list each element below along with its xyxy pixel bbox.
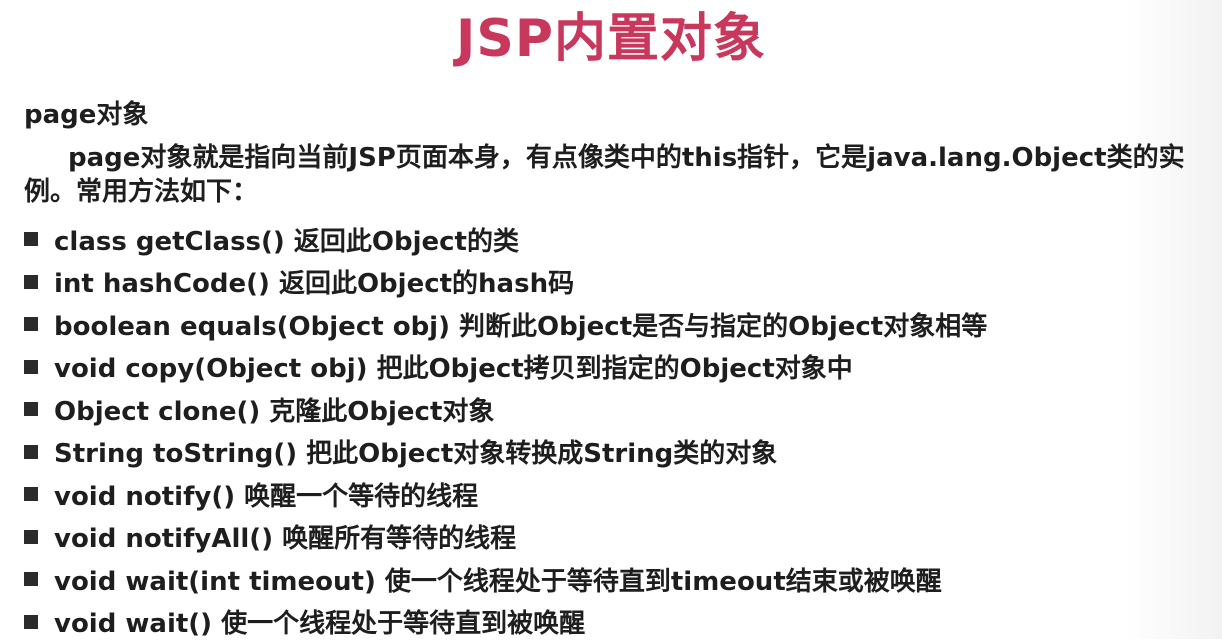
method-text: void notify() 唤醒一个等待的线程 <box>54 476 478 513</box>
method-item: Object clone() 克隆此Object对象 <box>24 388 987 431</box>
method-text: boolean equals(Object obj) 判断此Object是否与指… <box>54 306 987 343</box>
square-bullet-icon <box>24 275 38 289</box>
method-text: void wait() 使一个线程处于等待直到被唤醒 <box>54 603 585 640</box>
method-item: int hashCode() 返回此Object的hash码 <box>24 261 987 304</box>
square-bullet-icon <box>24 402 38 416</box>
method-text: void wait(int timeout) 使一个线程处于等待直到timeou… <box>54 561 942 598</box>
method-item: void wait(int timeout) 使一个线程处于等待直到timeou… <box>24 558 987 601</box>
slide-title: JSP内置对象 <box>0 6 1222 72</box>
square-bullet-icon <box>24 530 38 544</box>
method-item: void notifyAll() 唤醒所有等待的线程 <box>24 516 987 559</box>
method-item: void wait() 使一个线程处于等待直到被唤醒 <box>24 601 987 643</box>
method-list: class getClass() 返回此Object的类 int hashCod… <box>24 218 987 643</box>
method-text: int hashCode() 返回此Object的hash码 <box>54 263 574 300</box>
intro-paragraph: page对象就是指向当前JSP页面本身，有点像类中的this指针，它是java.… <box>24 141 1214 209</box>
slide: JSP内置对象 page对象 page对象就是指向当前JSP页面本身，有点像类中… <box>0 0 1222 639</box>
square-bullet-icon <box>24 487 38 501</box>
method-text: void notifyAll() 唤醒所有等待的线程 <box>54 518 516 555</box>
square-bullet-icon <box>24 445 38 459</box>
section-heading: page对象 <box>24 98 148 132</box>
method-item: class getClass() 返回此Object的类 <box>24 218 987 261</box>
square-bullet-icon <box>24 232 38 246</box>
method-item: String toString() 把此Object对象转换成String类的对… <box>24 431 987 474</box>
square-bullet-icon <box>24 572 38 586</box>
method-item: void copy(Object obj) 把此Object拷贝到指定的Obje… <box>24 346 987 389</box>
method-item: void notify() 唤醒一个等待的线程 <box>24 473 987 516</box>
square-bullet-icon <box>24 360 38 374</box>
square-bullet-icon <box>24 317 38 331</box>
square-bullet-icon <box>24 615 38 629</box>
method-text: String toString() 把此Object对象转换成String类的对… <box>54 433 777 470</box>
method-item: boolean equals(Object obj) 判断此Object是否与指… <box>24 303 987 346</box>
method-text: class getClass() 返回此Object的类 <box>54 221 519 258</box>
method-text: void copy(Object obj) 把此Object拷贝到指定的Obje… <box>54 348 853 385</box>
method-text: Object clone() 克隆此Object对象 <box>54 391 494 428</box>
